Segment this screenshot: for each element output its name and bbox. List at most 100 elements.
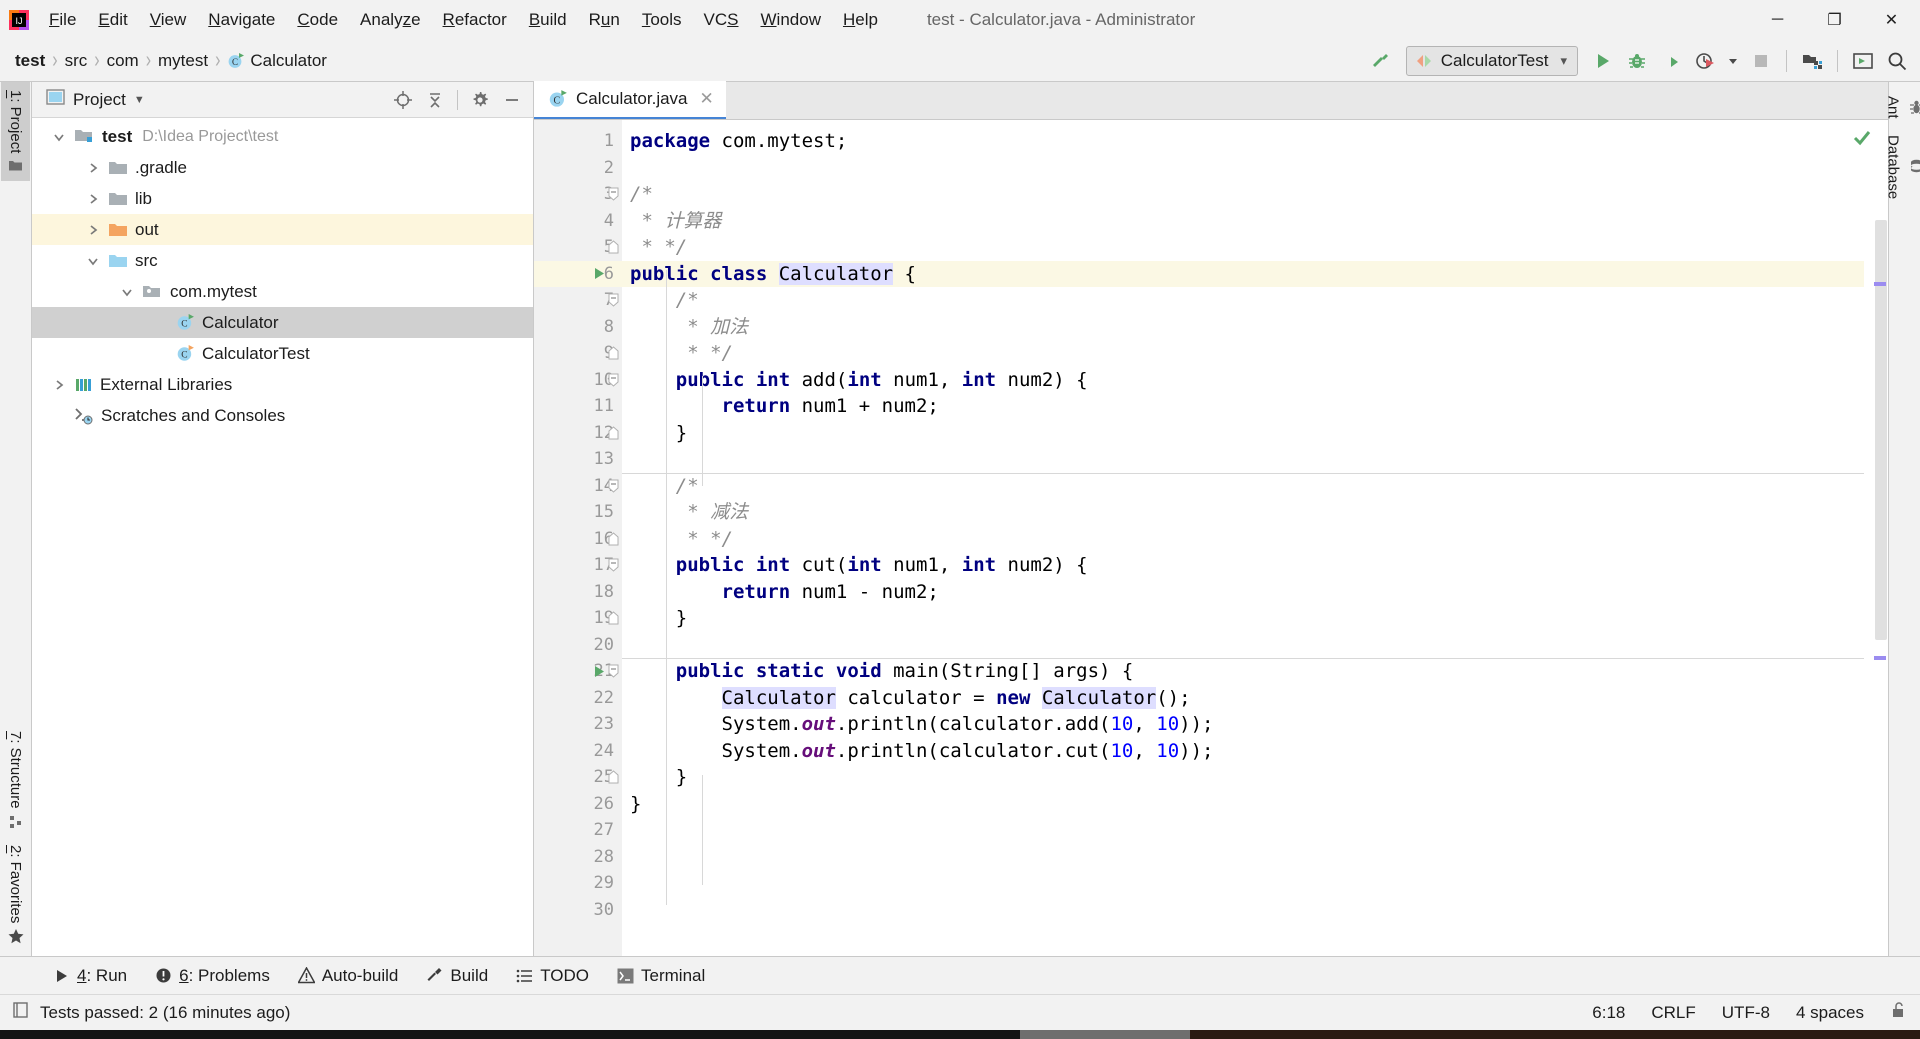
debug-button[interactable] (1620, 44, 1654, 78)
code-line-13[interactable] (622, 446, 1864, 473)
chevron-right-icon[interactable] (82, 193, 104, 205)
close-button[interactable]: ✕ (1863, 0, 1920, 40)
code-line-6[interactable]: public class Calculator { (622, 260, 1864, 287)
rail-button-project[interactable]: 1: Project (1, 82, 30, 182)
chevron-right-icon[interactable] (82, 162, 104, 174)
gutter-line-13[interactable]: 13 (534, 446, 622, 473)
code-line-7[interactable]: /* (622, 287, 1864, 314)
gutter-line-26[interactable]: 26 (534, 791, 622, 818)
usage-marker-2[interactable] (1874, 656, 1886, 660)
fold-open-icon[interactable] (604, 367, 622, 394)
tree-node-out[interactable]: out (32, 214, 533, 245)
run-with-coverage-button[interactable] (1654, 44, 1688, 78)
editor-scrollbar[interactable] (1853, 120, 1888, 956)
code-line-4[interactable]: * 计算器 (622, 208, 1864, 235)
fold-open-icon[interactable] (604, 473, 622, 500)
code-content[interactable]: package com.mytest; /* * 计算器 * */public … (622, 120, 1864, 956)
code-line-12[interactable]: } (622, 420, 1864, 447)
code-line-30[interactable] (622, 897, 1864, 924)
menu-refactor[interactable]: Refactor (432, 5, 518, 35)
gutter-line-16[interactable]: 16 (534, 526, 622, 553)
tree-node-src[interactable]: src (32, 245, 533, 276)
run-configuration-selector[interactable]: CalculatorTest ▾ (1405, 46, 1578, 76)
menu-view[interactable]: View (139, 5, 198, 35)
code-line-21[interactable]: public static void main(String[] args) { (622, 658, 1864, 685)
line-number-gutter[interactable]: 1234567891011121314151617181920212223242… (534, 120, 622, 956)
code-line-18[interactable]: return num1 - num2; (622, 579, 1864, 606)
code-line-5[interactable]: * */ (622, 234, 1864, 261)
profile-button[interactable] (1688, 44, 1722, 78)
breadcrumb-item-src[interactable]: src (60, 49, 93, 73)
menu-analyze[interactable]: Analyze (349, 5, 432, 35)
gutter-line-27[interactable]: 27 (534, 817, 622, 844)
maximize-button[interactable]: ❐ (1806, 0, 1863, 40)
gutter-line-22[interactable]: 22 (534, 685, 622, 712)
caret-position[interactable]: 6:18 (1592, 1003, 1625, 1023)
code-line-11[interactable]: return num1 + num2; (622, 393, 1864, 420)
project-structure-button[interactable] (1795, 44, 1829, 78)
menu-run[interactable]: Run (578, 5, 631, 35)
gutter-line-6[interactable]: 6 (534, 260, 622, 287)
build-project-button[interactable] (1364, 44, 1398, 78)
run-line-marker-icon[interactable] (590, 266, 608, 281)
menu-edit[interactable]: Edit (87, 5, 138, 35)
minimize-button[interactable]: ─ (1749, 0, 1806, 40)
fold-close-icon[interactable] (604, 420, 622, 447)
console-button[interactable] (1846, 44, 1880, 78)
scroll-from-source-button[interactable] (388, 86, 418, 114)
tree-node-test[interactable]: test D:\Idea Project\test (32, 121, 533, 152)
code-line-25[interactable]: } (622, 764, 1864, 791)
menu-build[interactable]: Build (518, 5, 578, 35)
rail-button-favorites[interactable]: 2: Favorites (1, 837, 30, 952)
file-encoding[interactable]: UTF-8 (1722, 1003, 1770, 1023)
fold-close-icon[interactable] (604, 234, 622, 261)
tool-window-button--problems[interactable]: 6: Problems (141, 962, 284, 990)
gutter-line-5[interactable]: 5 (534, 234, 622, 261)
code-line-23[interactable]: System.out.println(calculator.add(10, 10… (622, 711, 1864, 738)
breadcrumb-item-Calculator[interactable]: C Calculator (222, 49, 332, 73)
code-line-26[interactable]: } (622, 791, 1864, 818)
fold-close-icon[interactable] (604, 526, 622, 553)
code-line-27[interactable] (622, 817, 1864, 844)
menu-vcs[interactable]: VCS (693, 5, 750, 35)
hide-panel-button[interactable] (497, 86, 527, 114)
gutter-line-30[interactable]: 30 (534, 897, 622, 924)
menu-file[interactable]: File (38, 5, 87, 35)
line-separator[interactable]: CRLF (1651, 1003, 1695, 1023)
tree-node-scratches-and-consoles[interactable]: Scratches and Consoles (32, 400, 533, 431)
gutter-line-12[interactable]: 12 (534, 420, 622, 447)
chevron-down-icon[interactable] (116, 286, 138, 298)
code-line-14[interactable]: /* (622, 472, 1864, 500)
settings-button[interactable] (465, 86, 495, 114)
gutter-line-18[interactable]: 18 (534, 579, 622, 606)
gutter-line-8[interactable]: 8 (534, 314, 622, 341)
tree-node-com-mytest[interactable]: com.mytest (32, 276, 533, 307)
menu-tools[interactable]: Tools (631, 5, 693, 35)
code-line-10[interactable]: public int add(int num1, int num2) { (622, 367, 1864, 394)
code-line-17[interactable]: public int cut(int num1, int num2) { (622, 552, 1864, 579)
code-line-29[interactable] (622, 870, 1864, 897)
fold-close-icon[interactable] (604, 340, 622, 367)
gutter-line-24[interactable]: 24 (534, 738, 622, 765)
breadcrumb-item-mytest[interactable]: mytest (153, 49, 213, 73)
gutter-line-29[interactable]: 29 (534, 870, 622, 897)
gutter-line-11[interactable]: 11 (534, 393, 622, 420)
code-line-9[interactable]: * */ (622, 340, 1864, 367)
menu-help[interactable]: Help (832, 5, 889, 35)
gutter-line-9[interactable]: 9 (534, 340, 622, 367)
fold-open-icon[interactable] (604, 552, 622, 579)
gutter-line-2[interactable]: 2 (534, 155, 622, 182)
gutter-line-21[interactable]: 21 (534, 658, 622, 685)
menu-navigate[interactable]: Navigate (197, 5, 286, 35)
code-line-16[interactable]: * */ (622, 526, 1864, 553)
tool-window-button-terminal[interactable]: Terminal (603, 962, 719, 990)
code-line-20[interactable] (622, 632, 1864, 659)
code-line-28[interactable] (622, 844, 1864, 871)
code-line-2[interactable] (622, 155, 1864, 182)
gutter-line-23[interactable]: 23 (534, 711, 622, 738)
gutter-line-25[interactable]: 25 (534, 764, 622, 791)
stop-button[interactable] (1744, 44, 1778, 78)
gutter-line-15[interactable]: 15 (534, 499, 622, 526)
gutter-line-17[interactable]: 17 (534, 552, 622, 579)
code-line-22[interactable]: Calculator calculator = new Calculator()… (622, 685, 1864, 712)
